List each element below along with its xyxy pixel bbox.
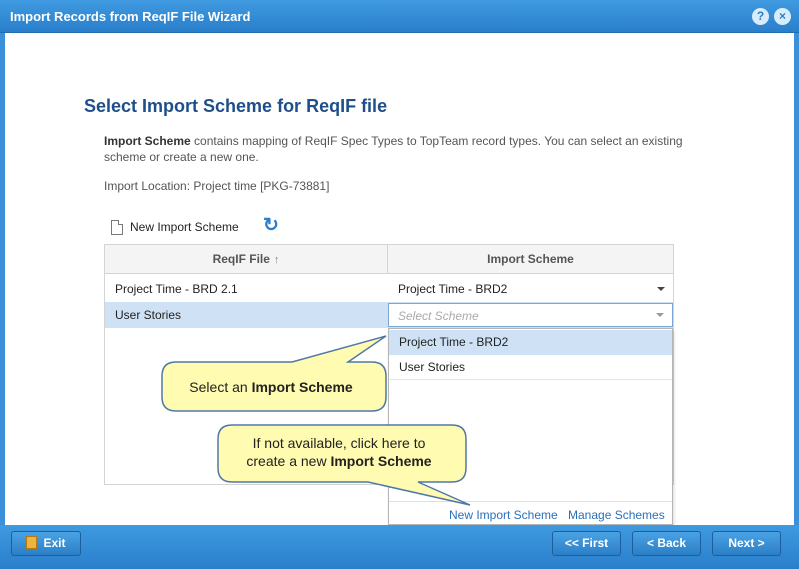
wizard-footer: Exit << First < Back Next >: [0, 525, 799, 569]
exit-door-icon: [26, 536, 38, 549]
exit-button[interactable]: Exit: [11, 531, 81, 556]
callout-create-prefix: create a new: [246, 453, 331, 469]
callout-bubble-select: [161, 335, 387, 412]
exit-label: Exit: [43, 536, 66, 550]
callout-create-line1: If not available, click here to: [252, 435, 426, 451]
callout-shapes: [161, 335, 471, 506]
callout-select-scheme: Select an Import Scheme: [165, 378, 377, 396]
callout-create-scheme: If not available, click here to create a …: [218, 434, 460, 470]
callout-create-bold: Import Scheme: [330, 453, 432, 469]
callout-select-prefix: Select an: [189, 379, 252, 395]
callout-select-bold: Import Scheme: [251, 379, 353, 395]
next-button[interactable]: Next >: [712, 531, 781, 556]
first-button[interactable]: << First: [552, 531, 621, 556]
back-button[interactable]: < Back: [632, 531, 701, 556]
